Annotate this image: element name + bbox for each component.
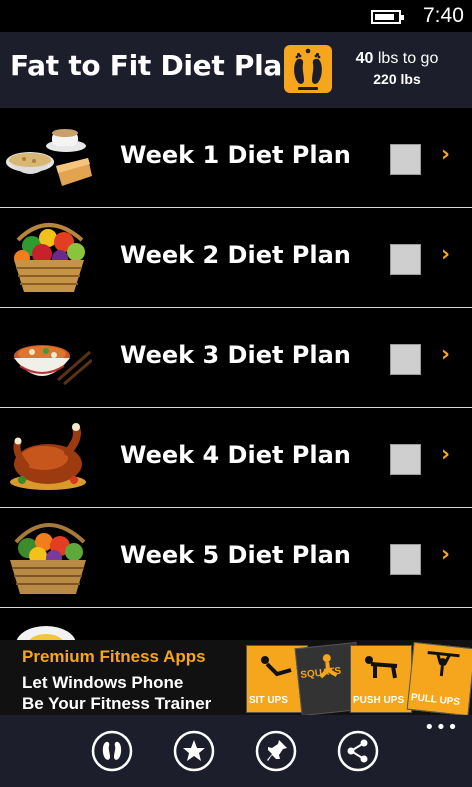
plan-label: Week 5 Diet Plan (120, 541, 351, 569)
pushups-figure-icon (365, 656, 398, 679)
roast-chicken-icon (10, 423, 86, 490)
more-options-icon[interactable]: ••• (424, 717, 459, 738)
app-title: Fat to Fit Diet Plan (10, 49, 302, 82)
status-bar: 7:40 (0, 0, 472, 32)
situps-figure-icon (261, 656, 292, 677)
chevron-right-icon[interactable]: › (441, 242, 450, 267)
chevron-right-icon[interactable]: › (441, 342, 450, 367)
list-item-week-2[interactable]: Week 2 Diet Plan › (0, 208, 472, 308)
chevron-right-icon[interactable]: › (441, 442, 450, 467)
app-bar: ••• (0, 715, 472, 787)
list-item-partial[interactable] (0, 608, 472, 640)
ad-tile-label: PUSH UPS (353, 695, 405, 706)
status-time: 7:40 (423, 4, 464, 27)
ad-banner[interactable]: Premium Fitness Apps Let Windows Phone B… (0, 640, 472, 715)
ad-text-line-1: Let Windows Phone (22, 673, 184, 692)
noodle-bowl-icon (14, 345, 92, 386)
weight-to-go: 40 lbs to go (342, 50, 452, 68)
ad-tile-label: PULL UPS (410, 691, 461, 709)
list-item-week-1[interactable]: Week 1 Diet Plan › (0, 108, 472, 208)
plan-label: Week 3 Diet Plan (120, 341, 351, 369)
ad-tile-pushups: PUSH UPS (350, 645, 412, 713)
ad-text-line-2: Be Your Fitness Trainer (22, 694, 212, 713)
vegetable-basket-icon (10, 523, 86, 594)
pin-icon[interactable] (255, 730, 297, 772)
plan-checkbox[interactable] (390, 144, 421, 175)
diet-plan-list[interactable]: Week 1 Diet Plan › Week 2 Diet Plan › We… (0, 108, 472, 640)
share-icon[interactable] (337, 730, 379, 772)
current-weight: 220 lbs (373, 71, 421, 87)
battery-icon (371, 10, 404, 24)
pullups-figure-icon (427, 650, 460, 677)
fruit-basket-icon (14, 223, 85, 292)
list-item-week-5[interactable]: Week 5 Diet Plan › (0, 508, 472, 608)
chevron-right-icon[interactable]: › (441, 142, 450, 167)
ad-tile-pullups: PULL UPS (406, 641, 472, 715)
star-icon[interactable] (173, 730, 215, 772)
ad-app-tiles: SIT UPS SQUATS PUSH UPS PULL UPS (244, 641, 472, 715)
plan-checkbox[interactable] (390, 244, 421, 275)
ad-tile-label: SIT UPS (249, 695, 288, 706)
plan-label: Week 2 Diet Plan (120, 241, 351, 269)
plan-checkbox[interactable] (390, 544, 421, 575)
plan-checkbox[interactable] (390, 444, 421, 475)
breakfast-icon (6, 129, 92, 186)
list-item-week-3[interactable]: Week 3 Diet Plan › (0, 308, 472, 408)
plan-label: Week 4 Diet Plan (120, 441, 351, 469)
weight-to-go-value: 40 (355, 50, 374, 67)
plan-checkbox[interactable] (390, 344, 421, 375)
weight-summary: 40 lbs to go 220 lbs (342, 50, 452, 87)
list-item-week-4[interactable]: Week 4 Diet Plan › (0, 408, 472, 508)
chevron-right-icon[interactable]: › (441, 542, 450, 567)
plan-label: Week 1 Diet Plan (120, 141, 351, 169)
app-header: Fat to Fit Diet Plan 40 lbs to go 220 lb… (0, 32, 472, 108)
ad-heading: Premium Fitness Apps (22, 647, 206, 666)
feet-icon[interactable] (284, 45, 332, 93)
feet-icon[interactable] (91, 730, 133, 772)
plate-icon (16, 626, 76, 640)
weight-to-go-text: lbs to go (373, 50, 439, 67)
